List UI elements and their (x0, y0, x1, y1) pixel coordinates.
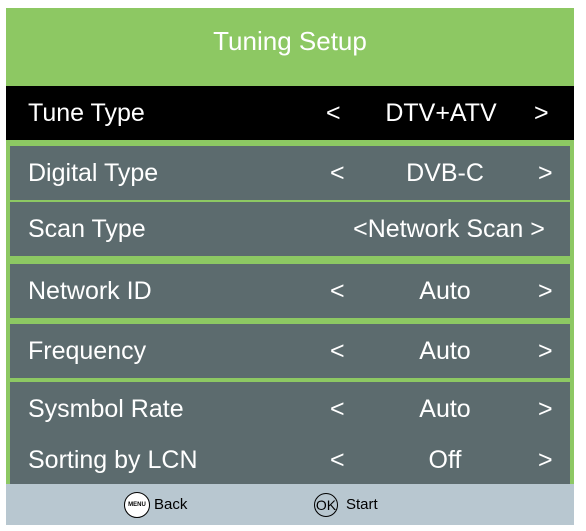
row-symbol-rate[interactable]: Sysmbol Rate < Auto > (10, 382, 570, 436)
chevron-left-icon[interactable]: < (330, 382, 345, 436)
row-digital-type[interactable]: Digital Type < DVB-C > (10, 146, 570, 200)
row-network-id[interactable]: Network ID < Auto > (10, 264, 570, 318)
row-label: Network ID (28, 277, 152, 305)
menu-title-text: Tuning Setup (213, 25, 367, 56)
row-frequency[interactable]: Frequency < Auto > (10, 324, 570, 378)
row-label: Digital Type (28, 159, 159, 187)
tuning-setup-menu: Tuning Setup Tune Type < DTV+ATV > Digit… (6, 8, 574, 525)
chevron-right-icon[interactable]: > (534, 86, 549, 140)
chevron-left-icon[interactable]: < (330, 324, 345, 378)
chevron-right-icon[interactable]: > (538, 324, 553, 378)
row-value: Auto (419, 395, 471, 423)
row-scan-type[interactable]: Scan Type <Network Scan > (10, 202, 570, 256)
chevron-right-icon[interactable]: > (538, 382, 553, 436)
row-label: Scan Type (28, 215, 146, 243)
row-label: Tune Type (28, 99, 145, 127)
chevron-right-icon[interactable]: > (538, 264, 553, 318)
row-label: Frequency (28, 337, 147, 365)
chevron-right-icon[interactable]: > (538, 146, 553, 200)
footer-bar: MENU Back OK Start (6, 484, 574, 525)
row-value: <Network Scan > (353, 215, 545, 243)
chevron-left-icon[interactable]: < (330, 146, 345, 200)
chevron-left-icon[interactable]: < (330, 436, 345, 484)
row-label: Sorting by LCN (28, 446, 198, 474)
chevron-left-icon[interactable]: < (330, 264, 345, 318)
back-hint[interactable]: MENU Back (124, 484, 187, 525)
start-label: Start (346, 496, 378, 513)
row-value: Off (428, 446, 462, 474)
chevron-right-icon[interactable]: > (538, 436, 553, 484)
ok-button-icon: OK (314, 492, 338, 517)
row-value: Auto (419, 277, 471, 305)
row-value: DTV+ATV (385, 99, 497, 127)
row-value: Auto (419, 337, 471, 365)
back-label: Back (154, 496, 188, 513)
row-label: Sysmbol Rate (28, 395, 184, 423)
row-value: DVB-C (406, 159, 484, 187)
settings-list: Tune Type < DTV+ATV > Digital Type < DVB… (6, 74, 574, 484)
start-hint[interactable]: OK Start (314, 484, 378, 525)
menu-title: Tuning Setup (6, 8, 574, 74)
menu-button-icon: MENU (124, 491, 150, 518)
row-sorting-by-lcn[interactable]: Sorting by LCN < Off > (10, 436, 570, 484)
row-tune-type[interactable]: Tune Type < DTV+ATV > (6, 86, 574, 140)
chevron-left-icon[interactable]: < (326, 86, 341, 140)
